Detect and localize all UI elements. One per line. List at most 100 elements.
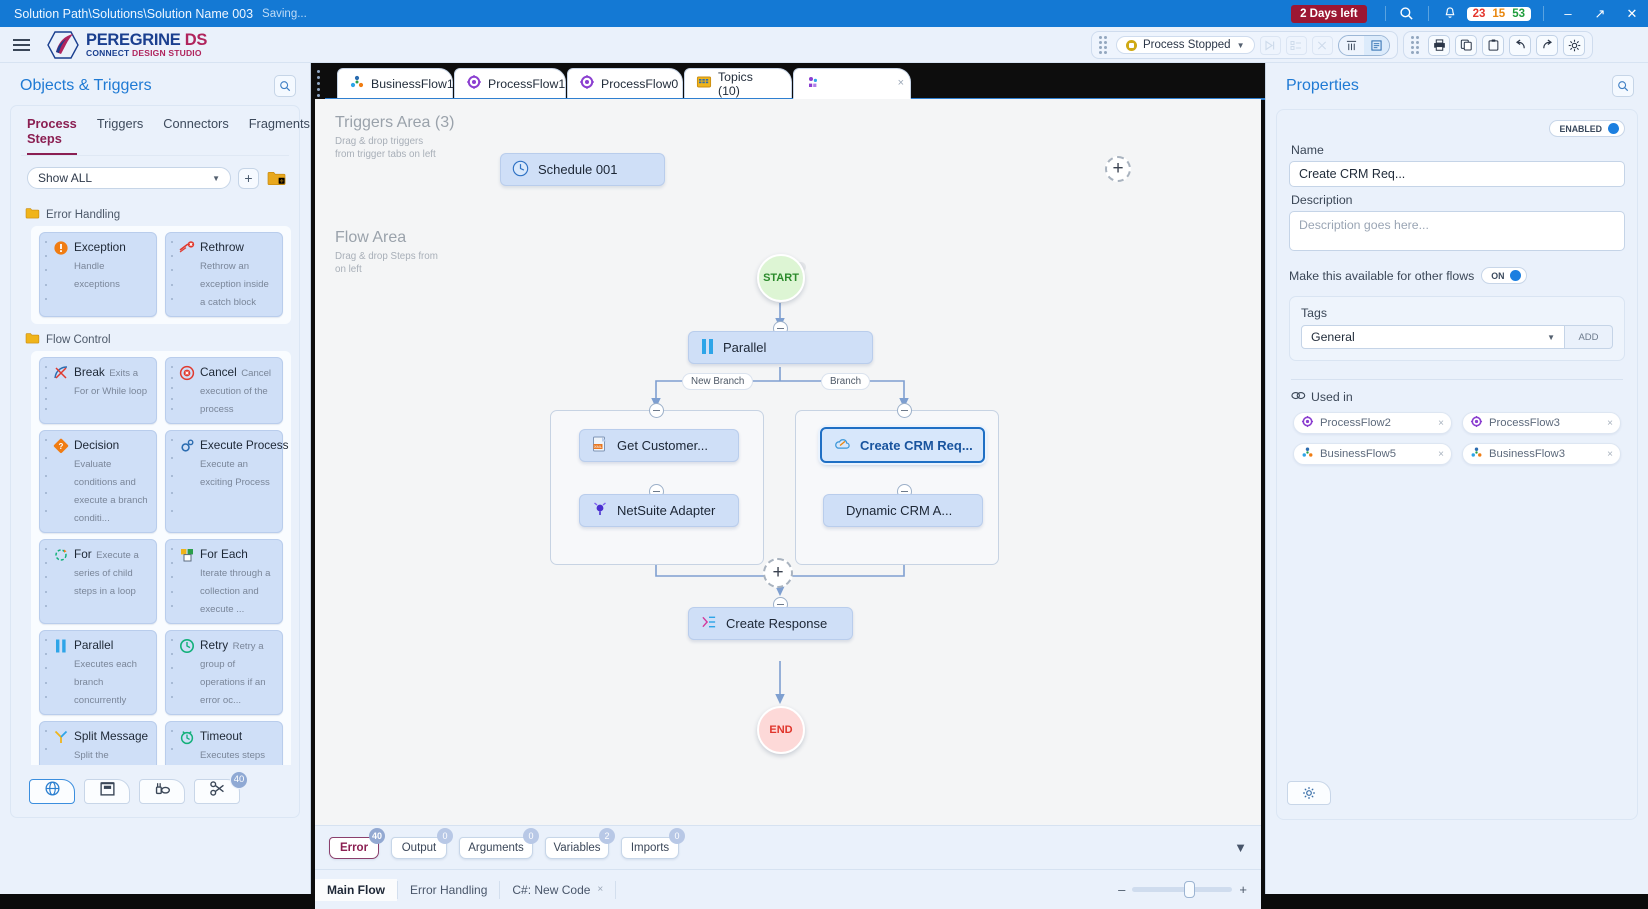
close-icon[interactable]: × bbox=[597, 884, 603, 895]
properties-search-icon[interactable] bbox=[1612, 75, 1634, 97]
step-group-header[interactable]: Flow Control bbox=[11, 326, 299, 351]
close-icon[interactable]: × bbox=[1438, 418, 1444, 429]
bottom-tab-output[interactable]: Output 0 bbox=[391, 828, 453, 859]
copy-icon[interactable] bbox=[1455, 34, 1477, 56]
enabled-toggle[interactable]: ENABLED bbox=[1549, 120, 1625, 137]
flow-tab-processflow1[interactable]: ProcessFlow1 bbox=[454, 68, 566, 99]
step-card-execute-process[interactable]: Execute Process Execute an exciting Proc… bbox=[165, 430, 289, 533]
minimize-button[interactable]: – bbox=[1552, 0, 1584, 27]
properties-settings-icon[interactable] bbox=[1287, 781, 1331, 805]
branch-label-branch[interactable]: Branch bbox=[821, 373, 871, 390]
archive-tab-button[interactable] bbox=[84, 778, 130, 804]
redo-icon[interactable] bbox=[1536, 34, 1558, 56]
drag-grip-icon[interactable] bbox=[45, 545, 47, 617]
sidebar-search-icon[interactable] bbox=[274, 75, 296, 97]
used-in-chip-businessflow3[interactable]: BusinessFlow3 × bbox=[1462, 443, 1621, 465]
drag-grip-icon[interactable] bbox=[171, 238, 173, 310]
node-create-crm-request[interactable]: Create CRM Req... bbox=[820, 427, 985, 463]
flow-tab-new[interactable]: × bbox=[793, 68, 911, 99]
paste-icon[interactable] bbox=[1482, 34, 1504, 56]
add-step-button[interactable]: + bbox=[238, 167, 259, 189]
add-tag-button[interactable]: ADD bbox=[1565, 325, 1613, 349]
drag-grip-icon[interactable] bbox=[171, 436, 173, 526]
branch-label-new[interactable]: New Branch bbox=[682, 373, 754, 390]
footer-tab-error-handling[interactable]: Error Handling bbox=[398, 879, 499, 901]
start-node[interactable]: START bbox=[757, 254, 805, 302]
used-in-chip-processflow3[interactable]: ProcessFlow3 × bbox=[1462, 412, 1621, 434]
name-field[interactable] bbox=[1289, 161, 1625, 187]
status-counter[interactable]: 23 15 53 bbox=[1466, 6, 1531, 21]
step-card-cancel[interactable]: Cancel Cancel execution of the process bbox=[165, 357, 283, 424]
bottom-tab-imports[interactable]: Imports 0 bbox=[621, 828, 685, 859]
add-trigger-button[interactable]: + bbox=[1105, 156, 1131, 182]
available-for-flows-toggle[interactable]: ON bbox=[1481, 267, 1528, 284]
step-group-header[interactable]: Error Handling bbox=[11, 201, 299, 226]
node-get-customer[interactable]: XML Get Customer... bbox=[579, 429, 739, 462]
add-step-button[interactable]: + bbox=[763, 558, 793, 588]
close-icon[interactable]: × bbox=[1607, 449, 1613, 460]
chevron-down-icon[interactable]: ▼ bbox=[1234, 840, 1247, 855]
undo-icon[interactable] bbox=[1509, 34, 1531, 56]
drag-grip-icon[interactable] bbox=[171, 727, 173, 765]
step-into-button[interactable] bbox=[1259, 35, 1281, 55]
drag-grip-icon[interactable] bbox=[1099, 36, 1107, 54]
drag-grip-icon[interactable] bbox=[171, 363, 173, 417]
drag-grip-icon[interactable] bbox=[45, 238, 47, 310]
end-node[interactable]: END bbox=[757, 706, 805, 754]
node-create-response[interactable]: Create Response bbox=[688, 607, 853, 640]
tag-dropdown[interactable]: General ▼ bbox=[1301, 325, 1565, 349]
collapse-toggle[interactable] bbox=[649, 403, 664, 418]
close-icon[interactable]: × bbox=[1438, 449, 1444, 460]
sidebar-tab-triggers[interactable]: Triggers bbox=[97, 116, 143, 155]
description-field[interactable] bbox=[1289, 211, 1625, 251]
drag-grip-icon[interactable] bbox=[45, 636, 47, 708]
step-card-break[interactable]: Break Exits a For or While loop bbox=[39, 357, 157, 424]
flow-tab-topics-10-[interactable]: Topics (10) bbox=[684, 68, 792, 99]
close-icon[interactable]: × bbox=[898, 77, 904, 89]
step-card-split-message[interactable]: Split Message Split the message into mul… bbox=[39, 721, 157, 765]
used-in-chip-businessflow5[interactable]: BusinessFlow5 × bbox=[1293, 443, 1452, 465]
step-card-rethrow[interactable]: Rethrow Rethrow an exception inside a ca… bbox=[165, 232, 283, 317]
node-dynamic-crm-adapter[interactable]: Dynamic CRM A... bbox=[823, 494, 983, 527]
drag-grip-icon[interactable] bbox=[45, 363, 47, 417]
bottom-tab-error[interactable]: Error 40 bbox=[329, 828, 385, 859]
step-library-list[interactable]: Error Handling Exception Handle exceptio… bbox=[11, 201, 299, 765]
step-card-decision[interactable]: ? Decision Evaluate conditions and execu… bbox=[39, 430, 157, 533]
drag-grip-icon[interactable] bbox=[1411, 36, 1419, 54]
notification-bell-icon[interactable] bbox=[1437, 0, 1463, 27]
print-icon[interactable] bbox=[1428, 34, 1450, 56]
flow-tab-processflow0[interactable]: ProcessFlow0 bbox=[567, 68, 683, 99]
search-icon[interactable] bbox=[1394, 0, 1420, 27]
trigger-node-schedule[interactable]: Schedule 001 bbox=[500, 153, 665, 186]
stop-button[interactable] bbox=[1311, 35, 1333, 55]
drag-grip-icon[interactable] bbox=[317, 70, 320, 97]
plug-tab-button[interactable] bbox=[139, 778, 185, 804]
sidebar-tab-process-steps[interactable]: Process Steps bbox=[27, 116, 77, 155]
drag-grip-icon[interactable] bbox=[45, 727, 47, 765]
bottom-tab-arguments[interactable]: Arguments 0 bbox=[459, 828, 539, 859]
step-card-parallel[interactable]: Parallel Executes each branch concurrent… bbox=[39, 630, 157, 715]
breakpoints-list-button[interactable] bbox=[1285, 35, 1307, 55]
step-card-timeout[interactable]: Timeout Executes steps in a background t… bbox=[165, 721, 283, 765]
drag-grip-icon[interactable] bbox=[45, 436, 47, 526]
fragments-tab-button[interactable]: 40 bbox=[194, 770, 248, 804]
footer-tab-main-flow[interactable]: Main Flow bbox=[315, 878, 397, 901]
footer-tab-c-new-code[interactable]: C#: New Code × bbox=[500, 879, 615, 901]
node-netsuite-adapter[interactable]: NetSuite Adapter bbox=[579, 494, 739, 527]
drag-grip-icon[interactable] bbox=[171, 636, 173, 708]
node-parallel[interactable]: Parallel bbox=[688, 331, 873, 364]
maximize-button[interactable]: ↗ bbox=[1584, 0, 1616, 27]
close-icon[interactable]: × bbox=[1607, 418, 1613, 429]
drag-grip-icon[interactable] bbox=[171, 545, 173, 617]
step-card-for-each[interactable]: For Each Iterate through a collection an… bbox=[165, 539, 283, 624]
bottom-tab-variables[interactable]: Variables 2 bbox=[545, 828, 615, 859]
process-status-dropdown[interactable]: Process Stopped ▼ bbox=[1116, 36, 1255, 54]
show-all-dropdown[interactable]: Show ALL ▼ bbox=[27, 167, 231, 189]
flow-canvas[interactable]: Triggers Area (3) Drag & drop triggers f… bbox=[315, 99, 1261, 825]
sidebar-tab-connectors[interactable]: Connectors bbox=[163, 116, 228, 155]
flow-tab-businessflow1[interactable]: BusinessFlow1 bbox=[337, 68, 454, 99]
used-in-chip-processflow2[interactable]: ProcessFlow2 × bbox=[1293, 412, 1452, 434]
new-folder-icon[interactable] bbox=[266, 168, 287, 189]
step-card-exception[interactable]: Exception Handle exceptions bbox=[39, 232, 157, 317]
columns-view-button[interactable] bbox=[1339, 36, 1364, 55]
